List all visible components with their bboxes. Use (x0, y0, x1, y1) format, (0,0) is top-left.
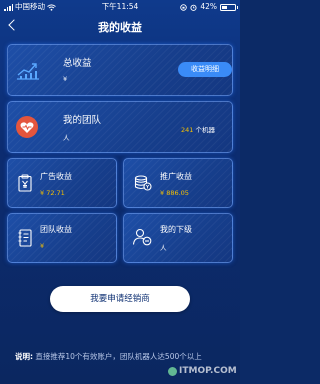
team-income-card[interactable]: 团队收益 ¥ (7, 213, 117, 263)
subordinates-unit: 人 (160, 244, 167, 252)
currency-symbol: ¥ (63, 75, 68, 83)
team-income-value: ¥ (40, 242, 44, 250)
my-subordinates-card[interactable]: 我的下级 人 (123, 213, 233, 263)
clipboard-yen-icon (18, 174, 32, 192)
team-machines: 241 个机器 (181, 124, 215, 134)
team-income-label: 团队收益 (40, 225, 72, 234)
my-team-label: 我的团队 (63, 115, 102, 126)
orientation-lock-icon (180, 3, 188, 11)
ad-income-card[interactable]: 广告收益 ¥ 72.71 (7, 158, 117, 208)
ad-income-amount: ¥ 72.71 (40, 189, 65, 197)
promo-income-card[interactable]: 推广收益 ¥ 886.05 (123, 158, 233, 208)
subordinates-count: 人 (160, 242, 167, 252)
page-title: 我的收益 (98, 21, 142, 34)
apply-distributor-button[interactable]: 我要申请经销商 (50, 286, 190, 312)
note-text: 直接推荐10个有效账户，团队机器人达500个以上 (35, 352, 202, 361)
chart-trend-icon (17, 63, 39, 80)
total-income-value: ¥ (63, 75, 67, 83)
my-team-card[interactable]: 我的团队 人 241 个机器 (7, 101, 233, 153)
battery-icon (220, 3, 238, 11)
promo-income-amount: ¥ 886.05 (160, 189, 189, 197)
ad-income-value: ¥ 72.71 (40, 189, 65, 197)
watermark-text: ITMOP.COM (179, 366, 237, 376)
site-watermark: ITMOP.COM (168, 366, 237, 376)
user-minus-icon (132, 228, 152, 246)
note-prefix: 说明: (15, 352, 33, 361)
team-count-unit: 人 (63, 134, 70, 142)
nav-bar: 我的收益 (0, 14, 240, 40)
team-member-count: 人 (63, 132, 70, 142)
total-income-label: 总收益 (63, 58, 92, 69)
machines-unit: 个机器 (195, 126, 216, 134)
status-bar: 中国移动 下午11:54 42% (0, 0, 240, 14)
promo-income-label: 推广收益 (160, 172, 192, 181)
description-note: 说明: 直接推荐10个有效账户，团队机器人达500个以上 (15, 351, 255, 362)
ad-income-label: 广告收益 (40, 172, 72, 181)
income-detail-button[interactable]: 收益明细 (178, 62, 232, 77)
battery-percent: 42% (200, 2, 217, 11)
alarm-icon (190, 4, 197, 11)
battery-level (222, 5, 228, 9)
coins-stack-icon (134, 175, 152, 191)
promo-income-value: ¥ 886.05 (160, 189, 189, 197)
team-income-currency: ¥ (40, 242, 45, 250)
watermark-logo-icon (168, 366, 177, 376)
team-heart-icon (16, 116, 38, 138)
my-subordinates-label: 我的下级 (160, 225, 192, 234)
notebook-icon (18, 229, 32, 247)
machines-value: 241 (181, 126, 194, 134)
